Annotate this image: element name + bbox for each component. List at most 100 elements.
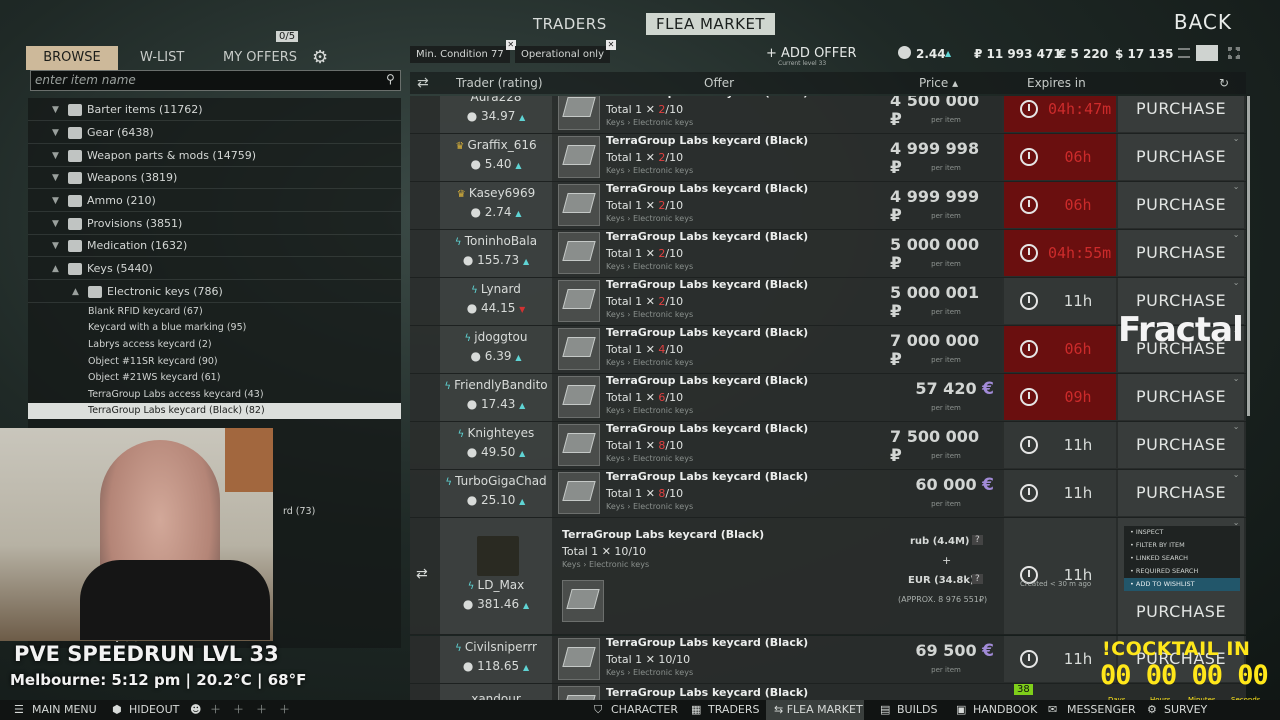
subcategory-item[interactable]: Keycard with a blue marking (95) <box>28 320 401 336</box>
subcategory-item-selected[interactable]: TerraGroup Labs keycard (Black) (82) <box>28 403 401 419</box>
plus-slot[interactable]: ＋ <box>233 700 244 720</box>
context-menu-item[interactable]: • LINKED SEARCH <box>1124 552 1240 565</box>
category-gear[interactable]: ▼ Gear (6438) <box>28 122 401 144</box>
chevron-down-icon[interactable]: ⌄ <box>1233 182 1240 192</box>
trader-name[interactable]: ϟ FriendlyBandito <box>440 378 552 392</box>
subcategory-item[interactable]: TerraGroup Labs access keycard (43) <box>28 387 401 403</box>
character-button[interactable]: CHARACTER <box>611 700 678 720</box>
trader-name[interactable]: ♛ Graffix_616 <box>440 138 552 152</box>
chevron-down-icon[interactable]: ⌄ <box>1233 134 1240 144</box>
trader-cell[interactable]: ϟ Knighteyes ● 49.50 ▲ <box>440 422 552 469</box>
purchase-button[interactable]: PURCHASE⌄ <box>1118 374 1244 420</box>
hideout-icon[interactable]: ⬢ <box>112 700 122 720</box>
scrollbar[interactable] <box>1247 96 1250 416</box>
messenger-button[interactable]: MESSENGER <box>1067 700 1136 720</box>
category-barter[interactable]: ▼ Barter items (11762) <box>28 99 401 121</box>
context-menu-item[interactable]: • FILTER BY ITEM <box>1124 539 1240 552</box>
grid-view-icon-active[interactable] <box>1196 45 1218 61</box>
category-provisions[interactable]: ▼ Provisions (3851) <box>28 213 401 235</box>
category-ammo[interactable]: ▼ Ammo (210) <box>28 190 401 212</box>
traders-button[interactable]: TRADERS <box>708 700 760 720</box>
keycard-item-icon[interactable] <box>558 638 600 680</box>
trader-cell[interactable]: ♛ Kasey6969 ● 2.74 ▲ <box>440 182 552 229</box>
add-offer-button[interactable]: + ADD OFFER <box>766 46 857 61</box>
refresh-icon[interactable]: ⇄ <box>416 566 428 582</box>
tab-my-offers[interactable]: MY OFFERS <box>223 46 297 70</box>
chevron-down-icon[interactable]: ⌄ <box>1233 374 1240 384</box>
purchase-button[interactable]: PURCHASE ⌄ • INSPECT • FILTER BY ITEM • LINK… <box>1118 518 1244 634</box>
tab-browse[interactable]: BROWSE <box>26 46 118 70</box>
purchase-button[interactable]: PURCHASE⌄ <box>1118 470 1244 516</box>
chevron-down-icon[interactable]: ⌄ <box>1233 422 1240 432</box>
trader-name[interactable]: ♛ Kasey6969 <box>440 186 552 200</box>
help-icon[interactable]: ? <box>972 574 983 584</box>
survey-button[interactable]: SURVEY <box>1164 700 1207 720</box>
keycard-item-icon[interactable] <box>558 280 600 322</box>
purchase-button[interactable]: PURCHASE⌄ <box>1118 96 1244 132</box>
keycard-item-icon[interactable] <box>558 424 600 466</box>
trader-name[interactable]: ϟ Civilsniperrr <box>440 640 552 654</box>
category-medication[interactable]: ▼ Medication (1632) <box>28 235 401 257</box>
purchase-button[interactable]: PURCHASE⌄ <box>1118 230 1244 276</box>
close-icon[interactable]: ✕ <box>606 40 617 50</box>
trader-name[interactable]: ϟ Lynard <box>440 282 552 296</box>
trader-name[interactable]: ϟ ToninhoBala <box>440 234 552 248</box>
tile-view-icon[interactable] <box>1228 47 1240 59</box>
trader-name[interactable]: xandour <box>440 692 552 700</box>
subcategory-item[interactable]: Object #21WS keycard (61) <box>28 370 401 386</box>
keycard-item-icon[interactable] <box>562 580 604 622</box>
trader-name[interactable]: ϟ TurboGigaChad <box>440 474 552 488</box>
subcategory-item[interactable]: Blank RFID keycard (67) <box>28 304 401 320</box>
menu-icon[interactable]: ☰ <box>14 700 24 720</box>
category-electronic-keys[interactable]: ▲ Electronic keys (786) <box>28 281 401 303</box>
keycard-item-icon[interactable] <box>558 472 600 514</box>
back-button[interactable]: BACK <box>1174 10 1232 34</box>
search-input[interactable]: enter item name <box>30 70 401 91</box>
subcategory-item[interactable]: Labrys access keycard (2) <box>28 337 401 353</box>
trader-cell[interactable]: Aura228 ● 34.97 ▲ <box>440 96 552 133</box>
filter-min-condition[interactable]: Min. Condition 77 ✕ <box>410 40 516 63</box>
chevron-down-icon[interactable]: ⌄ <box>1233 230 1240 240</box>
trader-name[interactable]: ϟ LD_Max <box>440 578 552 592</box>
plus-slot[interactable]: ＋ <box>210 700 221 720</box>
context-menu-item[interactable]: • ADD TO WISHLIST <box>1124 578 1240 591</box>
flea-market-button[interactable]: ⇆ FLEA MARKET <box>766 700 864 720</box>
tab-flea-market[interactable]: FLEA MARKET <box>646 13 776 35</box>
character-small-icon[interactable]: ☻ <box>190 700 201 720</box>
purchase-button[interactable]: PURCHASE⌄ <box>1118 134 1244 180</box>
keycard-item-icon[interactable] <box>558 376 600 418</box>
purchase-button[interactable]: PURCHASE⌄ <box>1118 422 1244 468</box>
trader-name[interactable]: ϟ Knighteyes <box>440 426 552 440</box>
trader-cell[interactable]: ♛ Graffix_616 ● 5.40 ▲ <box>440 134 552 181</box>
plus-slot[interactable]: ＋ <box>279 700 290 720</box>
column-expires[interactable]: Expires in <box>1027 72 1086 94</box>
category-weapon-parts[interactable]: ▼ Weapon parts & mods (14759) <box>28 145 401 167</box>
tab-wlist[interactable]: W-LIST <box>140 46 184 70</box>
column-trader[interactable]: Trader (rating) <box>456 72 543 94</box>
trader-cell[interactable]: ϟ TurboGigaChad ● 25.10 ▲ <box>440 470 552 517</box>
context-menu-item[interactable]: • REQUIRED SEARCH <box>1124 565 1240 578</box>
tab-traders[interactable]: TRADERS <box>533 15 607 33</box>
handbook-button[interactable]: HANDBOOK <box>973 700 1037 720</box>
keycard-item-icon[interactable] <box>558 328 600 370</box>
refresh-icon[interactable]: ⇄ <box>417 72 429 94</box>
builds-button[interactable]: BUILDS <box>897 700 937 720</box>
gear-icon[interactable]: ⚙ <box>312 47 328 68</box>
keycard-item-icon[interactable] <box>558 232 600 274</box>
search-icon[interactable]: ⚲ <box>386 72 395 86</box>
subcategory-item[interactable]: Object #11SR keycard (90) <box>28 354 401 370</box>
list-view-icon[interactable] <box>1178 48 1190 58</box>
hideout-button[interactable]: HIDEOUT <box>129 700 179 720</box>
main-menu-button[interactable]: MAIN MENU <box>32 700 97 720</box>
keycard-item-icon[interactable] <box>558 184 600 226</box>
purchase-button[interactable]: PURCHASE⌄ <box>1118 182 1244 228</box>
chevron-down-icon[interactable]: ⌄ <box>1233 470 1240 480</box>
keycard-item-icon[interactable] <box>558 96 600 130</box>
trader-cell[interactable]: ϟ jdoggtou ● 6.39 ▲ <box>440 326 552 373</box>
category-weapons[interactable]: ▼ Weapons (3819) <box>28 167 401 189</box>
help-icon[interactable]: ? <box>972 535 983 545</box>
keycard-item-icon[interactable] <box>558 686 600 700</box>
category-keys[interactable]: ▲ Keys (5440) <box>28 258 401 280</box>
trader-cell[interactable]: ϟ Lynard ● 44.15 ▼ <box>440 278 552 325</box>
chevron-down-icon[interactable]: ⌄ <box>1233 278 1240 288</box>
